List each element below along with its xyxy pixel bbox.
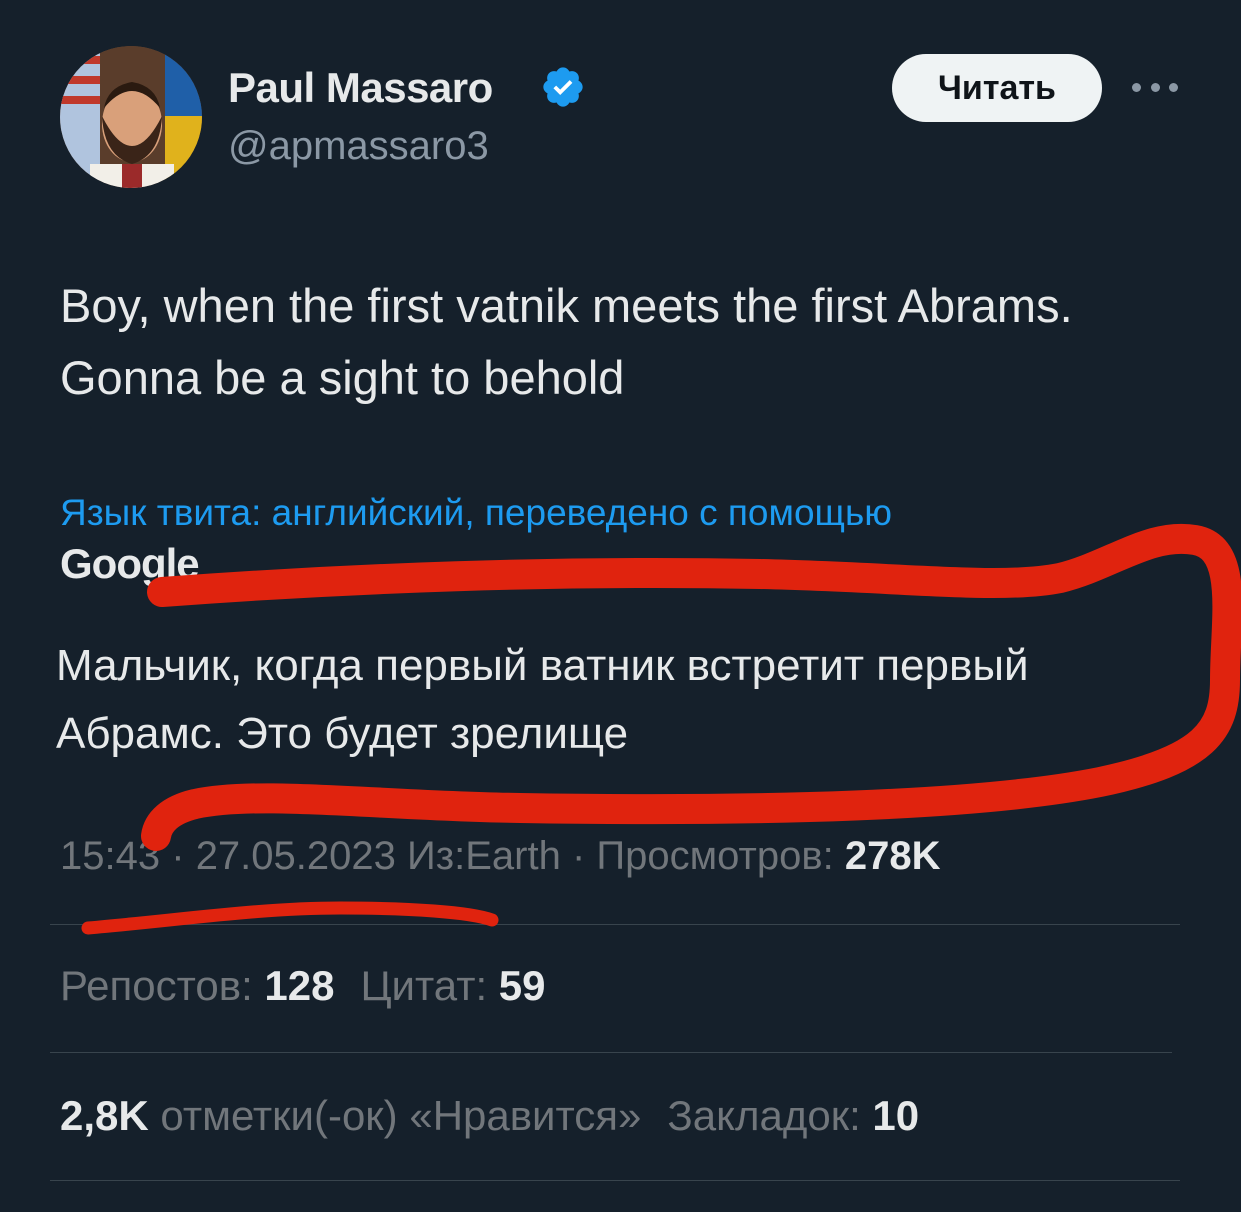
tweet-metadata: 15:43 · 27.05.2023 Из:Earth · Просмотров… [60, 834, 940, 879]
verified-badge-icon [543, 67, 583, 107]
more-dot [1169, 82, 1178, 92]
quotes-count: 59 [498, 962, 546, 1009]
likes-count: 2,8K [60, 1092, 149, 1139]
views-count[interactable]: 278K [845, 834, 941, 878]
tweet-time[interactable]: 15:43 [60, 834, 160, 878]
likes-bookmarks-stats: 2,8K отметки(-ок) «Нравится» Закладок: 10 [60, 1092, 919, 1140]
display-name[interactable]: Paul Massaro [228, 64, 493, 112]
reposts-count: 128 [264, 962, 335, 1009]
divider [50, 1052, 1172, 1053]
tweet-source: Из:Earth [407, 834, 561, 878]
meta-separator: · [171, 834, 185, 878]
more-horizontal-icon[interactable] [1132, 70, 1178, 104]
avatar[interactable] [60, 46, 202, 188]
user-handle[interactable]: @apmassaro3 [228, 124, 489, 169]
translation-provider-logo: Google [60, 540, 200, 587]
translated-text: Мальчик, когда первый ватник встретит пе… [56, 641, 1029, 758]
follow-button[interactable]: Читать [892, 54, 1102, 122]
likes-stat[interactable]: 2,8K отметки(-ок) «Нравится» [60, 1092, 641, 1139]
red-annotation-scribble [81, 523, 1241, 935]
tweet-text: Boy, when the first vatnik meets the fir… [60, 279, 1073, 404]
likes-label: отметки(-ок) «Нравится» [160, 1092, 642, 1139]
meta-separator: · [571, 834, 586, 878]
quotes-label: Цитат: [360, 962, 488, 1009]
more-dot [1132, 82, 1141, 92]
tweet-date[interactable]: 27.05.2023 [196, 834, 396, 878]
avatar-photo [60, 46, 202, 188]
translation-note[interactable]: Язык твита: английский, переведено с пом… [60, 492, 892, 534]
divider [50, 924, 1180, 925]
divider [50, 1180, 1180, 1181]
views-label: Просмотров: [596, 834, 834, 878]
quotes-stat[interactable]: Цитат: 59 [360, 962, 545, 1009]
reposts-label: Репостов: [60, 962, 253, 1009]
bookmarks-label: Закладок: [667, 1092, 861, 1139]
more-dot [1150, 82, 1160, 92]
repost-quote-stats: Репостов: 128 Цитат: 59 [60, 962, 546, 1010]
bookmarks-count: 10 [872, 1092, 920, 1139]
reposts-stat[interactable]: Репостов: 128 [60, 962, 334, 1009]
bookmarks-stat[interactable]: Закладок: 10 [667, 1092, 919, 1139]
